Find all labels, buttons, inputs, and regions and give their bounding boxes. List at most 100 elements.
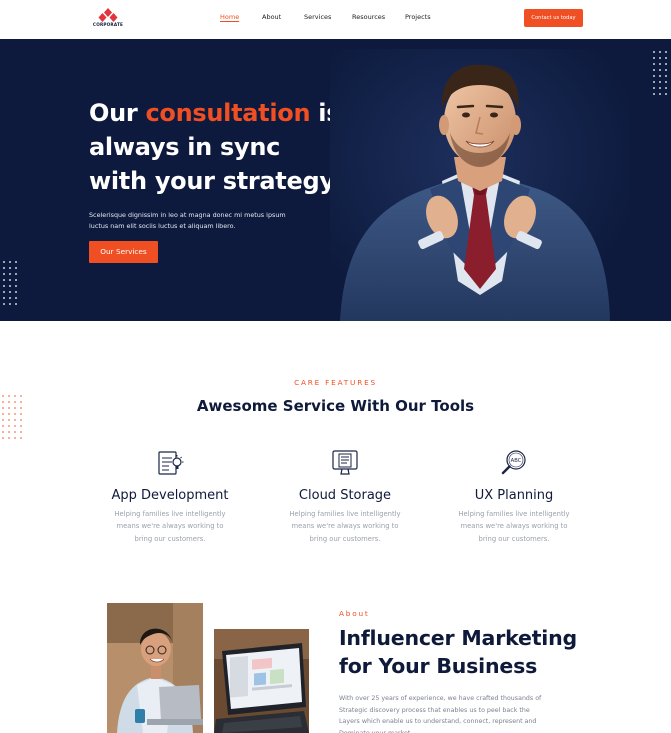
svg-text:ABC: ABC — [511, 458, 522, 464]
top-navbar: CORPORATE Home About Services Resources … — [0, 0, 671, 39]
decorative-dot — [653, 87, 655, 89]
decorative-dot — [8, 419, 10, 421]
document-lightbulb-icon — [158, 451, 184, 475]
decorative-dot — [665, 75, 667, 77]
decorative-dot — [9, 267, 11, 269]
decorative-dot — [665, 69, 667, 71]
person-with-laptop-photo — [107, 603, 203, 733]
hero-headline-line-3: with your strategy — [89, 167, 335, 195]
feature-title: App Development — [111, 488, 229, 503]
decorative-dot — [665, 93, 667, 95]
decorative-dot — [3, 291, 5, 293]
decorative-dot — [659, 69, 661, 71]
feature-title: Cloud Storage — [298, 488, 392, 503]
decorative-dot — [2, 437, 4, 439]
decorative-dot — [659, 57, 661, 59]
decorative-dot — [659, 63, 661, 65]
nav-item-resources[interactable]: Resources — [352, 13, 385, 21]
page: CORPORATE Home About Services Resources … — [0, 0, 671, 733]
hero-headline-part: Our — [89, 99, 146, 127]
decorative-dot — [653, 69, 655, 71]
decorative-dot — [15, 303, 17, 305]
our-services-button[interactable]: Our Services — [89, 241, 158, 263]
logo-text: CORPORATE — [92, 22, 124, 27]
decorative-dot — [665, 81, 667, 83]
decorative-dot — [14, 437, 16, 439]
nav-item-projects[interactable]: Projects — [405, 13, 431, 21]
hero-headline-accent: consultation — [145, 99, 311, 127]
decorative-dot — [20, 425, 22, 427]
decorative-dot — [9, 285, 11, 287]
decorative-dot — [9, 297, 11, 299]
decorative-dots-icon — [3, 261, 21, 309]
decorative-dot — [665, 87, 667, 89]
decorative-dot — [3, 279, 5, 281]
decorative-dot — [2, 431, 4, 433]
decorative-dot — [665, 63, 667, 65]
logo-mark-icon — [98, 8, 118, 22]
hero-headline-line-2: always in sync — [89, 133, 281, 161]
nav-item-home[interactable]: Home — [220, 13, 239, 21]
decorative-dot — [2, 419, 4, 421]
decorative-dot — [653, 81, 655, 83]
about-title-line-2: for Your Business — [339, 654, 538, 678]
feature-card-cloud-storage[interactable]: Cloud Storage Helping families live inte… — [270, 448, 420, 545]
decorative-dot — [14, 431, 16, 433]
decorative-dot — [659, 75, 661, 77]
decorative-dot — [3, 261, 5, 263]
about-eyebrow: About — [339, 609, 370, 618]
decorative-dot — [3, 285, 5, 287]
hero-section: Our consultation is always in sync with … — [0, 39, 671, 321]
feature-title: UX Planning — [474, 488, 554, 503]
features-title: Awesome Service With Our Tools — [196, 397, 475, 415]
decorative-dot — [9, 303, 11, 305]
decorative-dot — [20, 431, 22, 433]
decorative-dot — [9, 291, 11, 293]
decorative-dot — [659, 87, 661, 89]
abc-magnifier-icon: ABC — [501, 450, 526, 475]
decorative-dot — [8, 425, 10, 427]
decorative-dot — [665, 51, 667, 53]
decorative-dot — [653, 51, 655, 53]
decorative-dot — [665, 57, 667, 59]
decorative-dot — [15, 267, 17, 269]
feature-card-app-development[interactable]: App Development Helping families live in… — [95, 448, 245, 545]
decorative-dot — [653, 93, 655, 95]
decorative-dot — [3, 267, 5, 269]
decorative-dots-icon — [653, 51, 671, 99]
decorative-dot — [659, 81, 661, 83]
decorative-dot — [653, 57, 655, 59]
feature-description: Helping families live intelligently mean… — [114, 510, 226, 543]
nav-item-services[interactable]: Services — [304, 13, 331, 21]
decorative-dot — [14, 425, 16, 427]
decorative-dot — [2, 425, 4, 427]
decorative-dot — [653, 63, 655, 65]
feature-card-ux-planning[interactable]: ABC UX Planning Helping families live in… — [439, 448, 589, 545]
decorative-dot — [3, 303, 5, 305]
decorative-dot — [20, 419, 22, 421]
contact-us-button[interactable]: Contact us today — [524, 9, 583, 27]
feature-description: Helping families live intelligently mean… — [458, 510, 570, 543]
decorative-dot — [3, 273, 5, 275]
decorative-dot — [9, 273, 11, 275]
corporate-logo[interactable]: CORPORATE — [91, 8, 124, 30]
features-eyebrow: CARE FEATURES — [294, 378, 377, 387]
businessman-photo — [330, 49, 630, 321]
decorative-dot — [15, 285, 17, 287]
decorative-dot — [15, 279, 17, 281]
decorative-dot — [15, 273, 17, 275]
decorative-dot — [9, 261, 11, 263]
decorative-dot — [653, 75, 655, 77]
hero-headline-line-1: Our consultation is — [89, 99, 341, 127]
decorative-dot — [15, 261, 17, 263]
decorative-dot — [15, 291, 17, 293]
laptop-screen-photo — [214, 629, 309, 733]
about-title-line-1: Influencer Marketing — [339, 626, 577, 650]
hero-description: Scelerisque dignissim in leo at magna do… — [89, 211, 286, 230]
decorative-dot — [8, 431, 10, 433]
decorative-dot — [659, 51, 661, 53]
monitor-document-icon — [332, 450, 358, 475]
decorative-dot — [9, 279, 11, 281]
decorative-dot — [14, 419, 16, 421]
nav-item-about[interactable]: About — [262, 13, 281, 21]
